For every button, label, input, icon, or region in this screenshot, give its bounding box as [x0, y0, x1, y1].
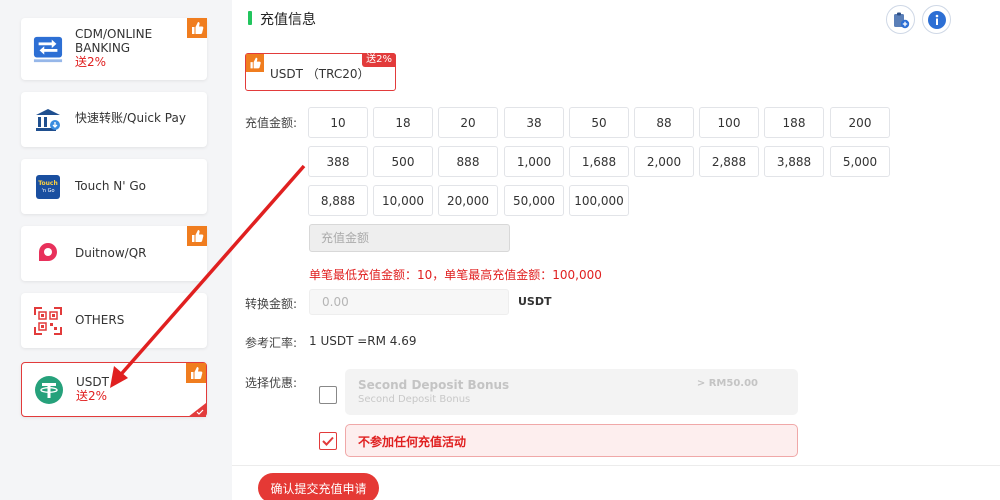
amount-preset-button[interactable]: 38: [504, 107, 564, 138]
sidebar-item-label: Duitnow/QR: [75, 246, 147, 260]
conversion-label: 转换金额:: [245, 297, 298, 311]
svg-text:'n Go: 'n Go: [41, 188, 54, 194]
bank-transfer-icon: [33, 34, 63, 64]
payment-method-usdt[interactable]: USDT 送2%: [21, 362, 207, 417]
amount-preset-button[interactable]: 200: [830, 107, 890, 138]
section-accent-bar: [248, 11, 252, 25]
amount-preset-button[interactable]: 1,000: [504, 146, 564, 177]
rate-label: 参考汇率:: [245, 336, 298, 350]
promotion-checkbox-second-deposit[interactable]: [319, 386, 337, 404]
amount-preset-button[interactable]: 1,688: [569, 146, 629, 177]
page-title: 充值信息: [260, 12, 316, 28]
touch-n-go-icon: Touch 'n Go: [33, 172, 63, 202]
divider: [232, 465, 1000, 466]
submit-deposit-button[interactable]: 确认提交充值申请: [258, 473, 379, 500]
deposit-limit-note: 单笔最低充值金额：10，单笔最高充值金额：100,000: [309, 268, 602, 282]
sidebar-item-label: USDT: [76, 375, 109, 389]
amount-preset-button[interactable]: 50: [569, 107, 629, 138]
amount-preset-button[interactable]: 3,888: [764, 146, 824, 177]
exchange-rate-value: 1 USDT =RM 4.69: [309, 334, 417, 348]
amount-preset-button[interactable]: 2,888: [699, 146, 759, 177]
conversion-unit: USDT: [518, 295, 552, 308]
selected-check-icon: [188, 402, 206, 417]
payment-method-touch-n-go[interactable]: Touch 'n Go Touch N' Go: [21, 159, 207, 214]
amount-preset-button[interactable]: 20: [438, 107, 498, 138]
duitnow-icon: [33, 239, 63, 269]
bank-building-icon: [33, 105, 63, 135]
amount-preset-button[interactable]: 100,000: [569, 185, 629, 216]
svg-text:Touch: Touch: [38, 180, 58, 187]
sidebar-item-label: Touch N' Go: [75, 179, 146, 193]
sidebar-item-label: OTHERS: [75, 313, 125, 327]
checkmark-icon: [322, 436, 334, 446]
thumbs-up-hot-icon: [187, 18, 207, 38]
amount-preset-button[interactable]: 10: [308, 107, 368, 138]
amount-preset-button[interactable]: 18: [373, 107, 433, 138]
thumbs-up-hot-icon: [246, 54, 264, 72]
sidebar-item-bonus: 送2%: [75, 55, 107, 69]
amount-preset-button[interactable]: 20,000: [438, 185, 498, 216]
payment-method-duitnow[interactable]: Duitnow/QR: [21, 226, 207, 281]
promotion-label: 选择优惠:: [245, 376, 298, 390]
bonus-badge: 送2%: [362, 53, 396, 67]
amount-preset-button[interactable]: 2,000: [634, 146, 694, 177]
sidebar-item-label: 快速转账/Quick Pay: [75, 111, 186, 125]
amount-preset-button[interactable]: 888: [438, 146, 498, 177]
sidebar-item-bonus: 送2%: [76, 389, 108, 403]
amount-preset-button[interactable]: 50,000: [504, 185, 564, 216]
payment-method-sidebar: CDM/ONLINE BANKING 送2% 快速转账/Quick Pay To…: [0, 0, 232, 500]
promotion-title: 不参加任何充值活动: [358, 435, 467, 449]
payment-method-cdm-online-banking[interactable]: CDM/ONLINE BANKING 送2%: [21, 18, 207, 80]
qr-code-icon: [33, 306, 63, 336]
promotion-option-none[interactable]: 不参加任何充值活动: [345, 424, 798, 457]
thumbs-up-hot-icon: [186, 363, 206, 383]
conversion-amount-field: 0.00: [309, 289, 509, 315]
promotion-amount: > RM50.00: [696, 378, 758, 389]
thumbs-up-hot-icon: [187, 226, 207, 246]
amount-preset-button[interactable]: 10,000: [373, 185, 433, 216]
promotion-option-second-deposit[interactable]: Second Deposit Bonus Second Deposit Bonu…: [345, 369, 798, 415]
amount-preset-button[interactable]: 5,000: [830, 146, 890, 177]
tether-icon: [34, 375, 64, 405]
currency-tab-usdt-trc20[interactable]: USDT （TRC20） 送2%: [245, 53, 396, 91]
amount-preset-button[interactable]: 100: [699, 107, 759, 138]
amount-preset-button[interactable]: 88: [634, 107, 694, 138]
amount-preset-button[interactable]: 188: [764, 107, 824, 138]
amount-label: 充值金额:: [245, 116, 298, 130]
amount-preset-button[interactable]: 500: [373, 146, 433, 177]
clipboard-add-icon[interactable]: [886, 5, 915, 34]
currency-tab-label: USDT （TRC20）: [270, 67, 370, 81]
promotion-checkbox-none[interactable]: [319, 432, 337, 450]
promotion-subtitle: Second Deposit Bonus: [358, 394, 471, 405]
info-icon[interactable]: [922, 5, 951, 34]
payment-method-others[interactable]: OTHERS: [21, 293, 207, 348]
amount-input[interactable]: 充值金额: [309, 224, 510, 252]
sidebar-item-label: CDM/ONLINE BANKING: [75, 27, 153, 55]
amount-preset-button[interactable]: 388: [308, 146, 368, 177]
amount-preset-button[interactable]: 8,888: [308, 185, 368, 216]
promotion-title: Second Deposit Bonus: [358, 378, 510, 392]
payment-method-quick-pay[interactable]: 快速转账/Quick Pay: [21, 92, 207, 147]
